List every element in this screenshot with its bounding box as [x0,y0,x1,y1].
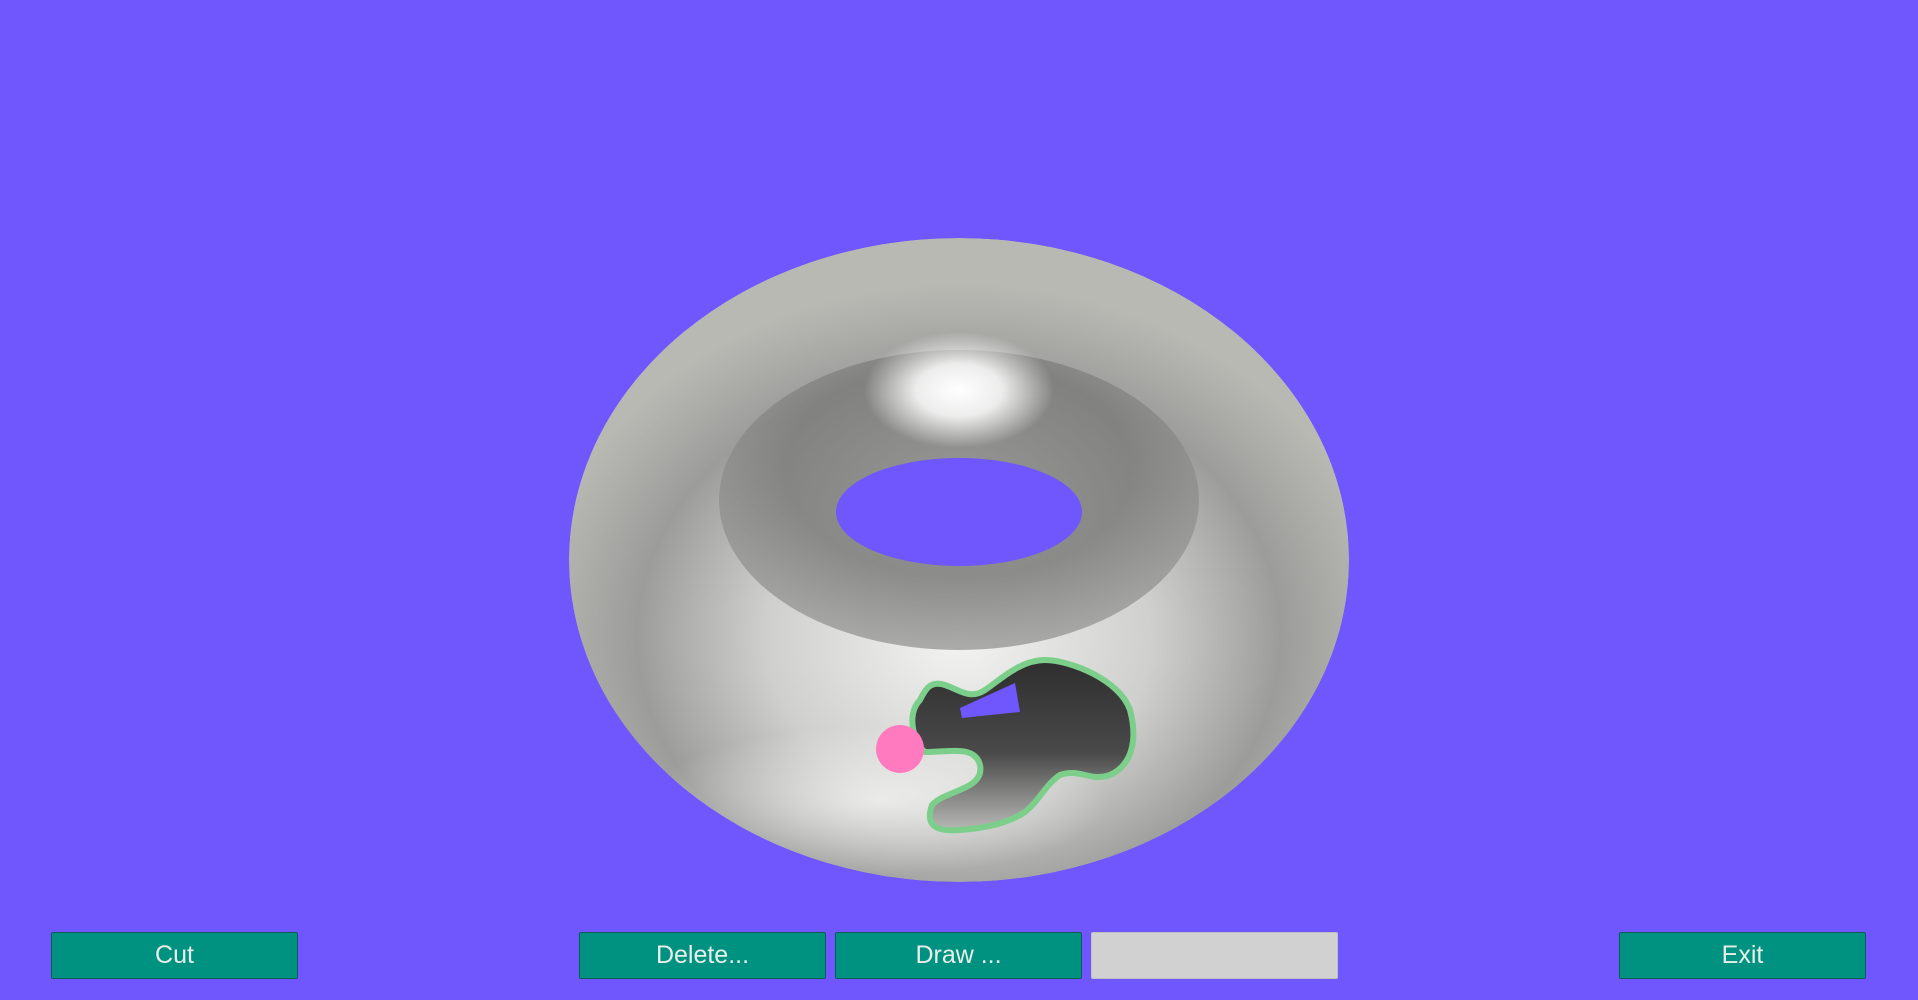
torus[interactable] [569,238,1349,882]
cut-button[interactable]: Cut [51,932,298,979]
exit-button[interactable]: Exit [1619,932,1866,979]
draw-button[interactable]: Draw ... [835,932,1082,979]
scene-canvas[interactable] [0,0,1918,1000]
3d-viewport[interactable] [0,0,1918,1000]
delete-button[interactable]: Delete... [579,932,826,979]
cut-start-marker[interactable] [876,725,924,773]
disabled-button [1091,932,1338,979]
